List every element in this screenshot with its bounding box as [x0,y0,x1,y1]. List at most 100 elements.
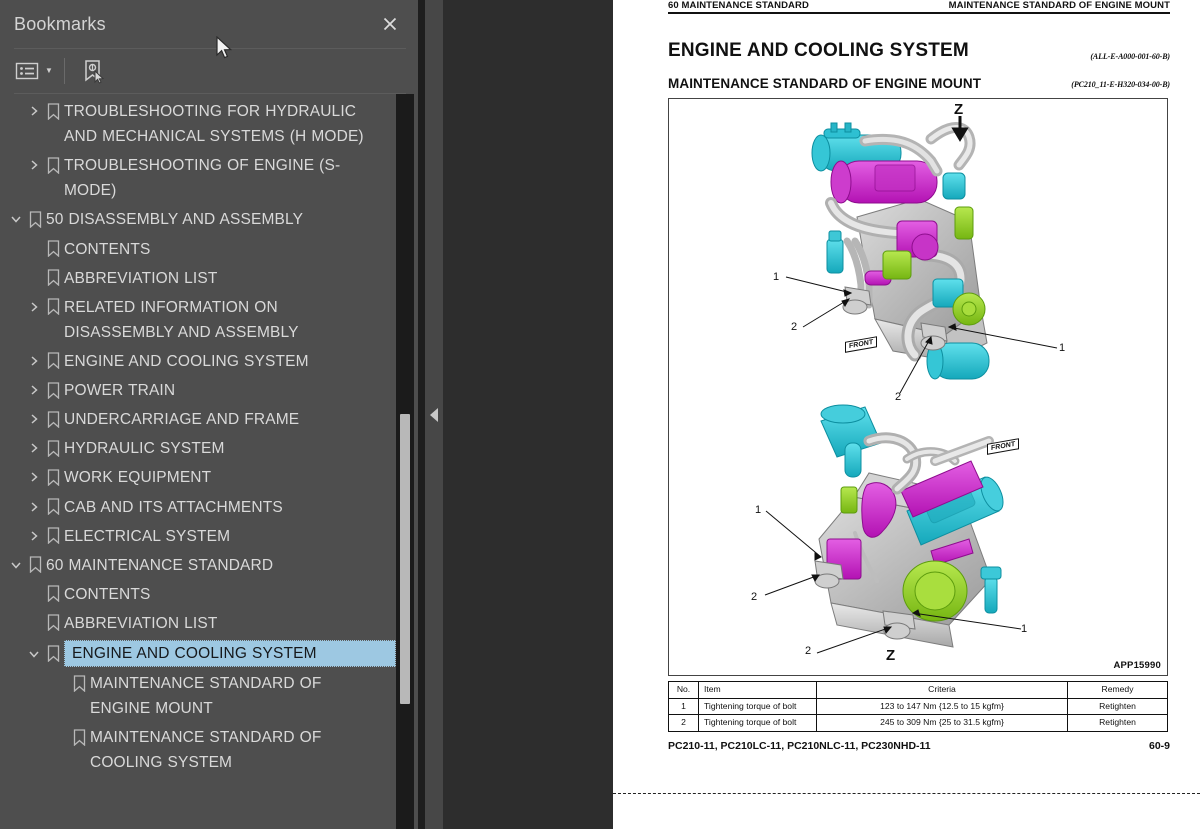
bookmark-item[interactable]: ELECTRICAL SYSTEM [0,522,396,551]
bookmark-item[interactable]: HYDRAULIC SYSTEM [0,434,396,463]
chevron-right-icon[interactable] [26,99,42,123]
bookmark-item[interactable]: CONTENTS [0,580,396,609]
engine-illustration-top [785,116,1058,394]
bookmark-item[interactable]: POWER TRAIN [0,376,396,405]
bookmark-label: ABBREVIATION LIST [64,269,218,287]
engine-illustration-bottom [764,404,1022,654]
chevron-down-icon[interactable]: ▼ [45,67,53,75]
bookmark-item[interactable]: RELATED INFORMATION ON DISASSEMBLY AND A… [0,293,396,347]
list-options-icon[interactable]: ▼ [12,56,56,86]
collapse-panel-button[interactable] [425,0,443,829]
chevron-right-icon[interactable] [26,465,42,489]
bookmark-item[interactable]: WORK EQUIPMENT [0,463,396,492]
cell-remedy: Retighten [1067,714,1168,732]
chevron-right-icon[interactable] [26,495,42,519]
bookmark-item[interactable]: MAINTENANCE STANDARD OF COOLING SYSTEM [0,723,396,777]
chevron-right-icon[interactable] [26,524,42,548]
chevron-right-icon[interactable] [26,436,42,460]
bookmark-label: ENGINE AND COOLING SYSTEM [72,645,317,663]
chevron-right-icon[interactable] [26,378,42,402]
callout-top-1a: 1 [773,271,780,283]
bookmark-item[interactable]: MAINTENANCE STANDARD OF ENGINE MOUNT [0,669,396,723]
cell-item: Tightening torque of bolt [698,697,817,716]
bookmark-item[interactable]: ABBREVIATION LIST [0,609,396,638]
bookmark-item[interactable]: UNDERCARRIAGE AND FRAME [0,405,396,434]
document-running-header: 60 MAINTENANCE STANDARD MAINTENANCE STAN… [668,0,1170,11]
bookmark-icon [42,642,64,666]
pdf-page: 60 MAINTENANCE STANDARD MAINTENANCE STAN… [613,0,1200,829]
document-title-code: (ALL-E-A000-001-60-B) [1090,52,1170,61]
callout-bottom-2a: 2 [751,591,758,603]
bookmark-label: TROUBLESHOOTING FOR HYDRAULIC AND MECHAN… [64,103,364,146]
cell-remedy: Retighten [1067,697,1168,716]
bookmark-item[interactable]: ENGINE AND COOLING SYSTEM [0,347,396,376]
chevron-right-icon[interactable] [26,295,42,319]
chevron-down-icon[interactable] [8,553,24,577]
chevron-right-icon[interactable] [26,349,42,373]
bookmarks-toolbar: ▼ [0,49,418,93]
bookmarks-scrollbar-thumb[interactable] [400,414,410,704]
bookmark-label: RELATED INFORMATION ON DISASSEMBLY AND A… [64,298,299,341]
bookmark-item[interactable]: CAB AND ITS ATTACHMENTS [0,493,396,522]
bookmark-icon [42,295,64,319]
bookmark-icon [42,582,64,606]
pdf-reader-window: Bookmarks ▼ TROUBLESHOOTING FOR HYDRAULI… [0,0,1200,829]
bookmark-icon [42,237,64,261]
next-page-top [613,794,1200,829]
bookmark-item[interactable]: ENGINE AND COOLING SYSTEM [0,638,396,669]
cell-criteria: 123 to 147 Nm {12.5 to 15 kgfm} [816,697,1068,716]
callout-top-2a: 2 [791,321,798,333]
maintenance-standard-table: No. Item Criteria Remedy 1 Tightening to… [668,681,1168,732]
table-header-criteria: Criteria [816,681,1068,699]
running-header-rule [668,12,1170,14]
chevron-right-icon[interactable] [26,153,42,177]
bookmark-label: CONTENTS [64,585,151,603]
bookmark-icon [42,407,64,431]
chevron-down-icon[interactable] [8,207,24,231]
cell-criteria: 245 to 309 Nm {25 to 31.5 kgfm} [816,714,1068,732]
cell-no: 1 [668,697,699,716]
bookmark-item[interactable]: 60 MAINTENANCE STANDARD [0,551,396,580]
footer-page-number: 60-9 [1148,740,1170,752]
bookmark-label: POWER TRAIN [64,382,176,400]
callout-top-1b: 1 [1059,342,1066,354]
cell-item: Tightening torque of bolt [698,714,817,732]
close-icon[interactable] [376,10,404,38]
bookmark-label: WORK EQUIPMENT [64,469,212,487]
figure-frame: 1 2 1 2 Z FRONT 1 2 1 2 Z FRONT APP15990 [668,98,1168,676]
bookmark-item[interactable]: TROUBLESHOOTING OF ENGINE (S-MODE) [0,151,396,205]
document-subtitle: MAINTENANCE STANDARD OF ENGINE MOUNT [668,76,982,91]
bookmark-icon [42,524,64,548]
footer-models: PC210-11, PC210LC-11, PC210NLC-11, PC230… [668,740,931,752]
bookmark-item[interactable]: ABBREVIATION LIST [0,264,396,293]
mouse-cursor [216,36,233,59]
bookmark-label: CONTENTS [64,240,151,258]
bookmarks-tree-wrapper: TROUBLESHOOTING FOR HYDRAULIC AND MECHAN… [0,94,418,829]
chevron-right-icon[interactable] [26,407,42,431]
bookmark-item[interactable]: CONTENTS [0,235,396,264]
figure-code: APP15990 [1113,660,1161,671]
running-header-right: MAINTENANCE STANDARD OF ENGINE MOUNT [948,0,1170,11]
bookmark-label: 60 MAINTENANCE STANDARD [46,556,274,574]
table-header-no: No. [668,681,699,699]
bookmark-icon [42,153,64,177]
document-footer: PC210-11, PC210LC-11, PC210NLC-11, PC230… [668,740,1170,752]
table-header-remedy: Remedy [1067,681,1168,699]
bookmarks-scrollbar[interactable] [396,94,414,829]
callout-bottom-2b: 2 [805,645,812,657]
bookmark-icon [42,349,64,373]
bookmark-icon [42,99,64,123]
bookmark-label: TROUBLESHOOTING OF ENGINE (S-MODE) [64,157,341,200]
table-row: 2 Tightening torque of bolt 245 to 309 N… [668,714,1168,732]
callout-bottom-1a: 1 [755,504,762,516]
table-header-row: No. Item Criteria Remedy [668,681,1168,699]
bookmark-item[interactable]: 50 DISASSEMBLY AND ASSEMBLY [0,205,396,234]
toolbar-separator [63,58,65,84]
bookmark-label: UNDERCARRIAGE AND FRAME [64,411,300,429]
panel-title: Bookmarks [14,13,106,34]
bookmark-icon [42,436,64,460]
bookmark-label: MAINTENANCE STANDARD OF COOLING SYSTEM [90,729,322,772]
bookmark-item[interactable]: TROUBLESHOOTING FOR HYDRAULIC AND MECHAN… [0,97,396,151]
new-bookmark-icon[interactable] [77,56,109,86]
chevron-down-icon[interactable] [26,642,42,666]
